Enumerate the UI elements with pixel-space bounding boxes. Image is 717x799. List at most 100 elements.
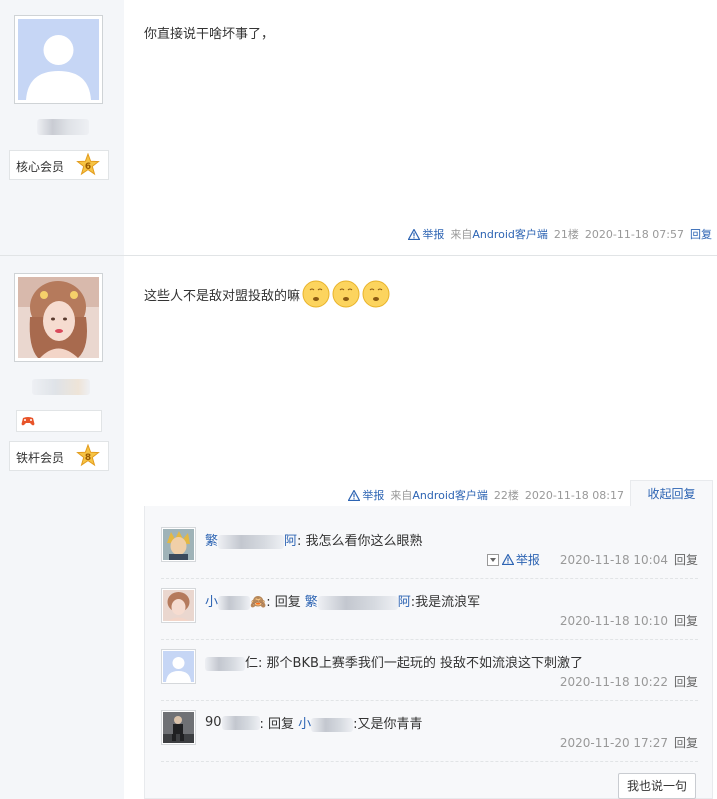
reply-username[interactable]: 繁阿 — [205, 530, 297, 549]
target-prefix: 小 — [298, 717, 312, 732]
user-photo-avatar — [18, 277, 99, 358]
username-suffix: 阿 — [284, 534, 298, 549]
report-label: 举报 — [362, 489, 385, 502]
reply-list: 繁阿 : 我怎么看你这么眼熟 举报 2020-11-18 10:04 回复 小 … — [144, 506, 713, 799]
username-prefix: 90 — [205, 715, 222, 730]
report-link[interactable]: 举报 — [408, 226, 444, 242]
reply-username[interactable]: 仁 — [205, 652, 258, 671]
reply-text: : 我怎么看你这么眼熟 — [297, 534, 423, 549]
reply-link[interactable]: 回复 — [690, 226, 712, 242]
monkey-emoji-icon: 🙈 — [250, 595, 267, 610]
username-blurred — [311, 717, 354, 732]
target-suffix: 阿 — [397, 595, 411, 610]
reply-link[interactable]: 回复 — [674, 612, 698, 629]
user-avatar[interactable] — [14, 273, 103, 362]
reply-word: : 回复 — [266, 595, 301, 610]
emoji-icon — [302, 280, 330, 308]
level-star-icon: 8 — [76, 444, 100, 467]
warning-icon — [348, 489, 361, 501]
report-label: 举报 — [422, 228, 445, 241]
client-source: 来自Android客户端 — [450, 226, 548, 242]
game-controller-icon — [21, 417, 35, 426]
reply-text: :又是你青青 — [353, 717, 423, 732]
reply-link[interactable]: 回复 — [674, 551, 698, 568]
username-prefix: 小 — [205, 595, 219, 610]
game-tag[interactable] — [16, 410, 102, 432]
say-something-button[interactable]: 我也说一句 — [618, 773, 696, 799]
reply-item: 繁阿 : 我怎么看你这么眼熟 举报 2020-11-18 10:04 回复 — [161, 518, 698, 579]
reply-content: 繁阿 : 我怎么看你这么眼熟 — [205, 530, 423, 549]
collapse-replies-button[interactable]: 收起回复 — [630, 480, 713, 506]
reply-link[interactable]: 回复 — [674, 673, 698, 690]
client-prefix: 来自 — [390, 489, 413, 502]
reply-target-username[interactable]: 繁阿 — [305, 591, 411, 610]
reply-avatar[interactable] — [161, 710, 196, 745]
reply-link[interactable]: 回复 — [674, 734, 698, 751]
member-badge[interactable]: 铁杆会员 8 — [9, 441, 109, 471]
emoji-icon — [362, 280, 390, 308]
warning-icon — [501, 554, 514, 565]
username-blurred[interactable] — [32, 379, 90, 395]
user-sidebar: 铁杆会员 8 — [0, 256, 124, 799]
reply-content: 90 : 回复 小 :又是你青青 — [205, 713, 422, 732]
reply-text: :我是流浪军 — [410, 595, 481, 610]
reply-time: 2020-11-18 10:10 — [559, 613, 668, 628]
reply-avatar[interactable] — [161, 649, 196, 684]
post-content: 你直接说干啥坏事了， — [144, 27, 275, 42]
member-badge[interactable]: 核心会员 6 — [9, 150, 109, 180]
reply-content: 小 🙈 : 回复 繁阿 :我是流浪军 — [205, 591, 480, 610]
client-source: 来自Android客户端 — [390, 487, 488, 503]
level-star-icon: 6 — [76, 153, 100, 176]
username-blurred — [218, 595, 251, 610]
username-blurred[interactable] — [37, 119, 89, 135]
post-meta: 举报 来自Android客户端 22楼 2020-11-18 08:17 — [348, 487, 624, 503]
reply-content: 仁 : 那个BKB上赛季我们一起玩的 投敌不如流浪这下刺激了 — [205, 652, 583, 671]
reply-word: : 回复 — [259, 717, 295, 732]
reply-username[interactable]: 小 🙈 — [205, 591, 266, 610]
reply-item: 仁 : 那个BKB上赛季我们一起玩的 投敌不如流浪这下刺激了 2020-11-1… — [161, 640, 698, 701]
post-floor-21: 核心会员 6 你直接说干啥坏事了， 举报 来自Android客户端 21楼 20… — [0, 0, 717, 256]
reply-time: 2020-11-18 10:04 — [559, 552, 668, 567]
floor-number: 22楼 — [493, 489, 519, 502]
client-link[interactable]: Android客户端 — [472, 228, 548, 241]
client-link[interactable]: Android客户端 — [412, 489, 488, 502]
post-floor-22: 铁杆会员 8 这些人不是敌对盟投敌的嘛 举报 来自Android客户端 22楼 … — [0, 256, 717, 799]
reply-text: : 那个BKB上赛季我们一起玩的 投敌不如流浪这下刺激了 — [258, 656, 584, 671]
user-avatar[interactable] — [14, 15, 103, 104]
reply-meta: 2020-11-18 10:10 回复 — [552, 612, 698, 629]
client-prefix: 来自 — [450, 228, 473, 241]
reply-avatar[interactable] — [161, 527, 196, 562]
username-blurred — [317, 595, 398, 610]
reply-target-username[interactable]: 小 — [298, 713, 354, 732]
default-avatar-icon — [163, 651, 194, 682]
post-time: 2020-11-18 08:17 — [524, 488, 624, 502]
warning-icon — [408, 228, 421, 240]
post-meta: 举报 来自Android客户端 21楼 2020-11-18 07:57 回复 — [408, 226, 712, 242]
username-blurred — [218, 534, 285, 549]
report-link[interactable]: 举报 — [348, 487, 384, 503]
emoji-icon — [332, 280, 360, 308]
report-label: 举报 — [515, 553, 540, 567]
reply-time: 2020-11-20 17:27 — [559, 735, 668, 750]
badge-label: 核心会员 — [16, 160, 65, 174]
report-link[interactable]: 举报 — [501, 551, 540, 568]
reply-username[interactable]: 90 — [205, 715, 260, 730]
username-blurred — [221, 715, 260, 730]
floor-number: 21楼 — [553, 228, 579, 241]
reply-item: 90 : 回复 小 :又是你青青 2020-11-20 17:27 回复 — [161, 701, 698, 762]
username-prefix: 繁 — [205, 534, 219, 549]
post-text: 这些人不是敌对盟投敌的嘛 — [144, 288, 301, 304]
post-time: 2020-11-18 07:57 — [584, 227, 684, 241]
reply-meta: 2020-11-20 17:27 回复 — [552, 734, 698, 751]
post-content: 这些人不是敌对盟投敌的嘛 — [144, 280, 390, 308]
target-prefix: 繁 — [304, 595, 318, 610]
badge-level: 6 — [85, 162, 91, 172]
reply-meta: 举报 2020-11-18 10:04 回复 — [479, 551, 698, 568]
reply-time: 2020-11-18 10:22 — [559, 674, 668, 689]
reply-meta: 2020-11-18 10:22 回复 — [552, 673, 698, 690]
reply-avatar[interactable] — [161, 588, 196, 623]
badge-label: 铁杆会员 — [16, 451, 65, 465]
reply-item: 小 🙈 : 回复 繁阿 :我是流浪军 2020-11-18 10:10 回复 — [161, 579, 698, 640]
dropdown-icon[interactable] — [486, 553, 499, 566]
badge-level: 8 — [85, 453, 91, 463]
